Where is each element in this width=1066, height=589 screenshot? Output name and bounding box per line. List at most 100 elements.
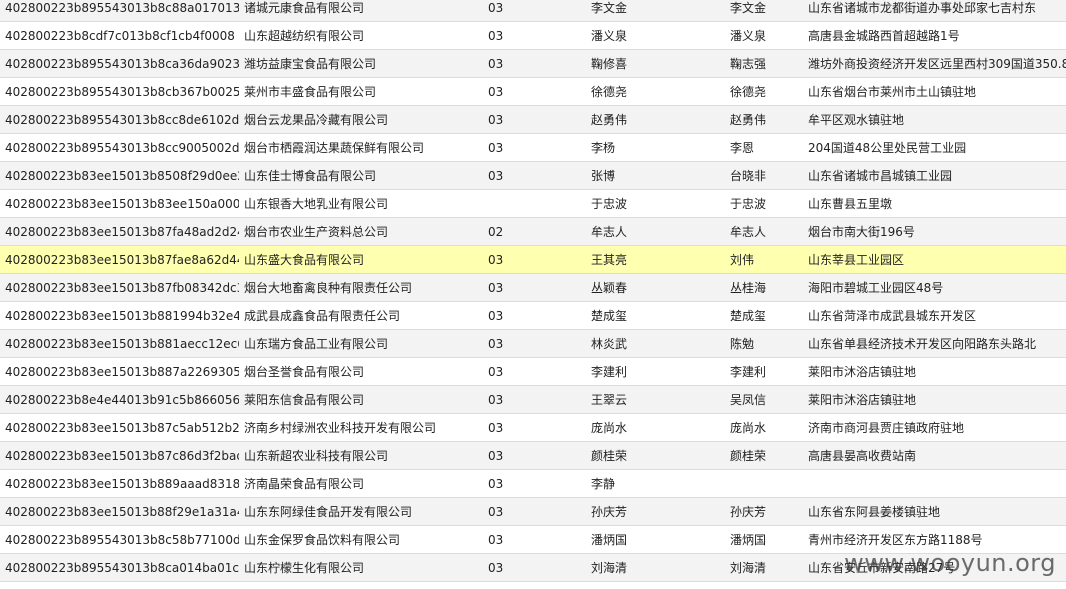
cell-address: 山东省烟台市莱州市土山镇驻地	[808, 85, 977, 99]
table-row[interactable]: 402800223b83ee15013b87fb08342dc3 烟台大地畜禽良种…	[0, 274, 1066, 302]
cell-type-code	[488, 190, 588, 218]
cell-contact-person: 李恩	[730, 141, 755, 155]
cell-address	[808, 470, 1066, 498]
cell-legal-person: 牟志人	[591, 225, 628, 239]
cell-address: 山东省诸城市昌城镇工业园	[808, 169, 953, 183]
cell-company-name: 成武县成鑫食品有限责任公司	[244, 309, 401, 323]
cell-record-id: 402800223b8cdf7c013b8cf1cb4f0008	[5, 29, 235, 43]
table-row[interactable]: 402800223b83ee15013b87c86d3f2bad 山东新超农业科技…	[0, 442, 1066, 470]
cell-record-id: 402800223b83ee15013b87c5ab512b2a	[5, 421, 239, 435]
cell-contact-person: 楚成玺	[730, 309, 767, 323]
cell-company-name: 山东东阿绿佳食品开发有限公司	[244, 505, 413, 519]
cell-contact-person: 赵勇伟	[730, 113, 767, 127]
cell-record-id: 402800223b895543013b8ca36da9023f	[5, 57, 239, 71]
cell-record-id: 402800223b8e4e44013b91c5b866056f	[5, 393, 239, 407]
cell-legal-person: 赵勇伟	[591, 113, 628, 127]
cell-type-code: 03	[488, 169, 504, 183]
cell-contact-person: 刘海清	[730, 561, 767, 575]
table-row[interactable]: 402800223b83ee15013b88f29e1a31a4 山东东阿绿佳食品…	[0, 498, 1066, 526]
cell-legal-person: 李建利	[591, 365, 628, 379]
table-row[interactable]: 402800223b83ee15013b889aaad83187 济南晶荣食品有限…	[0, 470, 1066, 498]
cell-address: 山东省单县经济技术开发区向阳路东头路北	[808, 337, 1037, 351]
cell-type-code: 03	[488, 281, 504, 295]
table-row[interactable]: 402800223b83ee15013b83ee150a0000 山东银香大地乳业…	[0, 190, 1066, 218]
cell-type-code: 03	[488, 309, 504, 323]
cell-company-name: 山东盛大食品有限公司	[244, 253, 365, 267]
cell-type-code: 03	[488, 477, 504, 491]
cell-contact-person: 李建利	[730, 365, 767, 379]
cell-legal-person: 徐德尧	[591, 85, 628, 99]
table-row[interactable]: 402800223b83ee15013b8508f29d0ee2 山东佳士博食品有…	[0, 162, 1066, 190]
table-row[interactable]: 402800223b83ee15013b887a2269305c 烟台圣誉食品有限…	[0, 358, 1066, 386]
table-row[interactable]: 402800223b895543013b8ca014ba01c0 山东柠檬生化有限…	[0, 554, 1066, 582]
cell-legal-person: 颜桂荣	[591, 449, 628, 463]
cell-record-id: 402800223b83ee15013b8508f29d0ee2	[5, 169, 239, 183]
cell-record-id: 402800223b83ee15013b87fb08342dc3	[5, 281, 239, 295]
cell-record-id: 402800223b83ee15013b881aecc12ec6	[5, 337, 239, 351]
cell-type-code: 03	[488, 393, 504, 407]
cell-type-code: 03	[488, 113, 504, 127]
cell-address: 山东莘县工业园区	[808, 253, 905, 267]
cell-contact-person	[730, 470, 804, 498]
cell-type-code: 03	[488, 253, 504, 267]
cell-legal-person: 王其亮	[591, 253, 628, 267]
cell-type-code: 03	[488, 505, 504, 519]
cell-legal-person: 李文金	[591, 1, 628, 15]
cell-type-code: 03	[488, 449, 504, 463]
cell-type-code: 03	[488, 85, 504, 99]
table-row[interactable]: 402800223b895543013b8c88a0170139 诸城元康食品有限…	[0, 0, 1066, 22]
cell-record-id: 402800223b83ee15013b881994b32e42	[5, 309, 239, 323]
cell-company-name: 烟台市栖霞润达果蔬保鲜有限公司	[244, 141, 425, 155]
cell-contact-person: 于忠波	[730, 197, 767, 211]
cell-company-name: 山东新超农业科技有限公司	[244, 449, 389, 463]
table-row[interactable]: 402800223b83ee15013b881aecc12ec6 山东瑞方食品工业…	[0, 330, 1066, 358]
cell-record-id: 402800223b83ee15013b87fae8a62d44	[5, 253, 239, 267]
table-row-selected[interactable]: 402800223b83ee15013b87fae8a62d44 山东盛大食品有限…	[0, 246, 1066, 274]
cell-legal-person: 于忠波	[591, 197, 628, 211]
cell-legal-person: 张博	[591, 169, 616, 183]
cell-company-name: 山东柠檬生化有限公司	[244, 561, 365, 575]
cell-company-name: 山东佳士博食品有限公司	[244, 169, 377, 183]
table-row[interactable]: 402800223b895543013b8c58b77100d4 山东金保罗食品饮…	[0, 526, 1066, 554]
table-row[interactable]: 402800223b83ee15013b87fa48ad2d24 烟台市农业生产资…	[0, 218, 1066, 246]
cell-contact-person: 刘伟	[730, 253, 755, 267]
table-row[interactable]: 402800223b895543013b8cb367b00252 莱州市丰盛食品有…	[0, 78, 1066, 106]
cell-legal-person: 潘炳国	[591, 533, 628, 547]
cell-record-id: 402800223b895543013b8c88a0170139	[5, 1, 239, 15]
cell-address: 山东曹县五里墩	[808, 197, 893, 211]
table-row[interactable]: 402800223b8e4e44013b91c5b866056f 莱阳东信食品有限…	[0, 386, 1066, 414]
cell-address: 潍坊外商投资经济开发区远里西村309国道350.8	[808, 57, 1066, 71]
cell-record-id: 402800223b83ee15013b83ee150a0000	[5, 197, 239, 211]
table-row[interactable]: 402800223b895543013b8ca36da9023f 潍坊益康宝食品有…	[0, 50, 1066, 78]
cell-company-name: 山东银香大地乳业有限公司	[244, 197, 389, 211]
cell-record-id: 402800223b83ee15013b887a2269305c	[5, 365, 239, 379]
cell-address: 莱阳市沐浴店镇驻地	[808, 393, 917, 407]
cell-company-name: 诸城元康食品有限公司	[244, 1, 365, 15]
cell-record-id: 402800223b895543013b8cb367b00252	[5, 85, 239, 99]
cell-company-name: 山东金保罗食品饮料有限公司	[244, 533, 401, 547]
table-row[interactable]: 402800223b895543013b8cc9005002d8 烟台市栖霞润达果…	[0, 134, 1066, 162]
records-table: 402800223b895543013b8c88a0170139 诸城元康食品有限…	[0, 0, 1066, 582]
table-row[interactable]: 402800223b8cdf7c013b8cf1cb4f0008 山东超越纺织有限…	[0, 22, 1066, 50]
cell-legal-person: 鞠修喜	[591, 57, 628, 71]
cell-legal-person: 潘义泉	[591, 29, 628, 43]
cell-record-id: 402800223b895543013b8cc9005002d8	[5, 141, 239, 155]
cell-type-code: 03	[488, 365, 504, 379]
cell-type-code: 03	[488, 57, 504, 71]
cell-company-name: 济南乡村绿洲农业科技开发有限公司	[244, 421, 437, 435]
table-row[interactable]: 402800223b83ee15013b87c5ab512b2a 济南乡村绿洲农业…	[0, 414, 1066, 442]
cell-contact-person: 颜桂荣	[730, 449, 767, 463]
cell-contact-person: 李文金	[730, 1, 767, 15]
cell-contact-person: 徐德尧	[730, 85, 767, 99]
cell-record-id: 402800223b83ee15013b87c86d3f2bad	[5, 449, 239, 463]
cell-type-code: 03	[488, 337, 504, 351]
cell-company-name: 济南晶荣食品有限公司	[244, 477, 365, 491]
table-row[interactable]: 402800223b83ee15013b881994b32e42 成武县成鑫食品有…	[0, 302, 1066, 330]
cell-contact-person: 丛桂海	[730, 281, 767, 295]
cell-address: 山东省安丘市新安南路27号	[808, 561, 956, 575]
cell-address: 烟台市南大街196号	[808, 225, 915, 239]
cell-company-name: 山东瑞方食品工业有限公司	[244, 337, 389, 351]
table-row[interactable]: 402800223b895543013b8cc8de6102d7 烟台云龙果品冷藏…	[0, 106, 1066, 134]
cell-company-name: 烟台圣誉食品有限公司	[244, 365, 365, 379]
cell-company-name: 烟台大地畜禽良种有限责任公司	[244, 281, 413, 295]
